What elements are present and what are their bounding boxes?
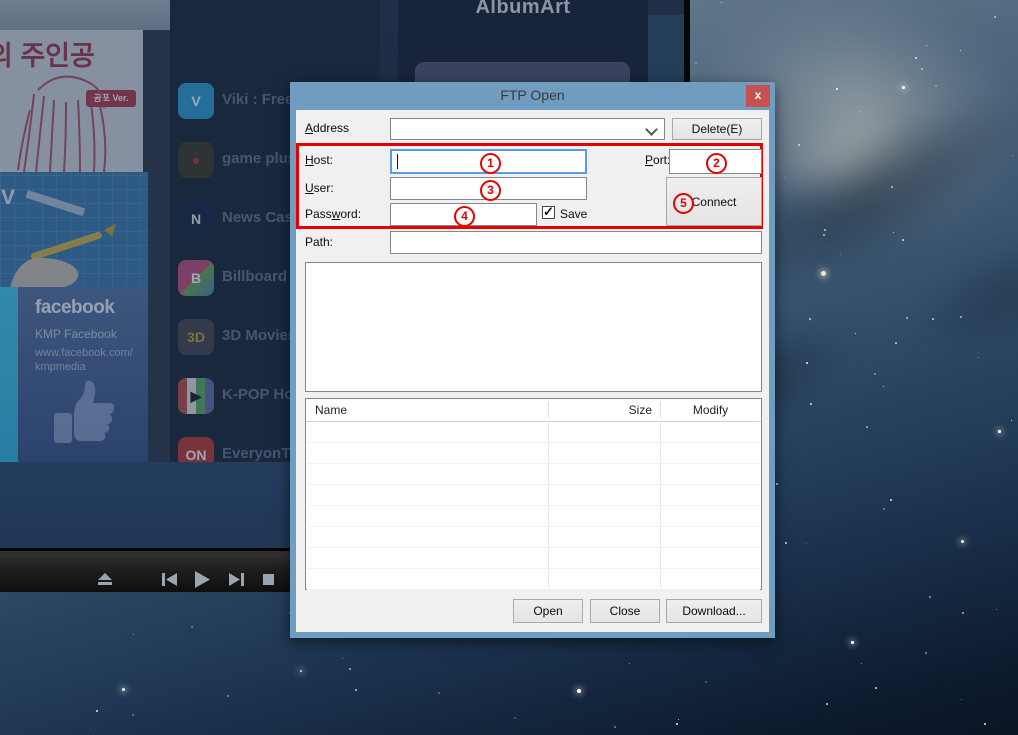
dialog-content: Address Delete(E) Host: Port: User: Pass…	[296, 110, 769, 632]
annotation-4: 4	[454, 206, 475, 227]
open-button[interactable]: Open	[513, 599, 583, 623]
file-table-header[interactable]: Name Size Modify	[306, 399, 761, 422]
download-button[interactable]: Download...	[666, 599, 762, 623]
text-caret	[397, 154, 398, 169]
table-row[interactable]	[307, 421, 760, 443]
annotation-1: 1	[480, 153, 501, 174]
header-divider	[548, 402, 549, 418]
table-row[interactable]	[307, 526, 760, 548]
checkmark-icon: ✓	[543, 204, 554, 219]
previous-icon[interactable]	[158, 568, 180, 590]
save-label: Save	[560, 207, 588, 221]
port-label: Port:	[645, 153, 671, 167]
column-modify[interactable]: Modify	[660, 403, 761, 417]
column-size[interactable]: Size	[548, 403, 652, 417]
annotation-3: 3	[480, 180, 501, 201]
dialog-title: FTP Open	[500, 87, 565, 103]
path-input[interactable]	[390, 231, 762, 254]
annotation-2: 2	[706, 153, 727, 174]
eject-icon[interactable]	[94, 568, 116, 590]
table-row[interactable]	[307, 463, 760, 485]
user-label: User:	[305, 181, 334, 195]
close-icon[interactable]: x	[746, 85, 770, 107]
screen: AlbumArt 의 주인공 공포 Ver. V facebook KMP Fa…	[0, 0, 1018, 735]
ftp-open-dialog: FTP Open x Address Delete(E) Host: Port:…	[290, 82, 775, 638]
close-button[interactable]: Close	[590, 599, 660, 623]
dialog-titlebar[interactable]: FTP Open x	[290, 82, 775, 110]
header-divider	[660, 402, 661, 418]
table-row[interactable]	[307, 442, 760, 464]
address-combobox[interactable]	[390, 118, 665, 140]
path-label: Path:	[305, 235, 334, 249]
stop-icon[interactable]	[257, 568, 279, 590]
file-table[interactable]: Name Size Modify	[305, 398, 762, 590]
save-checkbox[interactable]: ✓	[542, 204, 555, 219]
table-row[interactable]	[307, 568, 760, 590]
table-row[interactable]	[307, 547, 760, 569]
table-row[interactable]	[307, 505, 760, 527]
ftp-log-listbox[interactable]	[305, 262, 762, 392]
password-label: Password:	[305, 207, 362, 221]
annotation-5: 5	[673, 193, 694, 214]
play-icon[interactable]	[191, 568, 213, 590]
address-input[interactable]	[391, 119, 644, 139]
table-row[interactable]	[307, 484, 760, 506]
column-divider	[660, 421, 661, 588]
next-icon[interactable]	[225, 568, 247, 590]
host-label: Host:	[305, 153, 334, 167]
chevron-down-icon[interactable]	[645, 123, 658, 136]
column-divider	[548, 421, 549, 588]
column-name[interactable]: Name	[315, 403, 347, 417]
delete-button[interactable]: Delete(E)	[672, 118, 762, 140]
address-label: Address	[305, 121, 350, 135]
